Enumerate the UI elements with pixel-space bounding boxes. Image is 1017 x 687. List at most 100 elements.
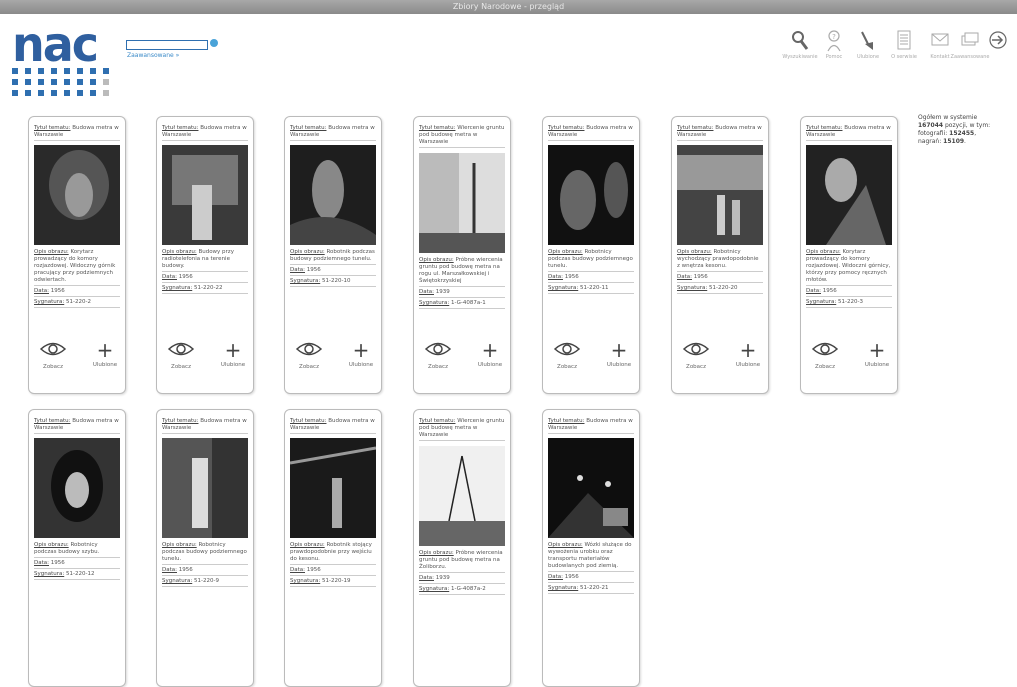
favorite-button[interactable]: + Ulubione [89,340,121,368]
search-input[interactable] [126,40,208,50]
card-signature: Sygnatura: 51-220-9 [162,578,248,587]
card-description: Opis obrazu: Robotnicy wychodzący prawdo… [677,249,763,272]
card-date-label[interactable]: Data: [548,574,563,580]
card-desc-label[interactable]: Opis obrazu: [548,249,583,255]
eye-icon [39,342,67,356]
favorite-label: Ulubione [735,362,761,368]
favorite-button[interactable]: + Ulubione [474,340,506,368]
card-photo[interactable] [419,153,505,253]
card-desc-label[interactable]: Opis obrazu: [677,249,712,255]
card-date-label[interactable]: Data: [419,289,434,295]
card-sig-label[interactable]: Sygnatura: [806,299,836,305]
card-sig-label[interactable]: Sygnatura: [548,285,578,291]
card-date-value: 1956 [564,574,579,580]
card-sig-label[interactable]: Sygnatura: [548,585,578,591]
card-date-label[interactable]: Data: [419,575,434,581]
card-photo[interactable] [548,438,634,538]
card-photo[interactable] [162,145,248,245]
favorite-button[interactable]: + Ulubione [345,340,377,368]
search-go-button[interactable] [210,39,218,47]
card-desc-label[interactable]: Opis obrazu: [548,542,583,548]
card-desc-label[interactable]: Opis obrazu: [290,249,325,255]
card-title-label[interactable]: Tytuł tematu: [34,125,70,131]
card-date-label[interactable]: Data: [162,274,177,280]
card-sig-label[interactable]: Sygnatura: [34,571,64,577]
card-desc-label[interactable]: Opis obrazu: [162,249,197,255]
card-desc-label[interactable]: Opis obrazu: [34,542,69,548]
toolbar-login[interactable] [978,30,1017,52]
card-date-label[interactable]: Data: [34,288,49,294]
card-title-label[interactable]: Tytuł tematu: [290,418,326,424]
card-photo[interactable] [34,145,120,245]
advanced-search-link[interactable]: Zaawansowane » [127,52,179,59]
card-sig-label[interactable]: Sygnatura: [419,586,449,592]
card-sig-label[interactable]: Sygnatura: [34,299,64,305]
view-button[interactable]: Zobacz [422,341,454,370]
favorite-button[interactable]: + Ulubione [603,340,635,368]
card-desc-label[interactable]: Opis obrazu: [34,249,69,255]
card-sig-label[interactable]: Sygnatura: [290,278,320,284]
card-sig-label[interactable]: Sygnatura: [162,285,192,291]
card-date: Data: 1956 [677,274,763,283]
card-photo[interactable] [290,438,376,538]
view-button[interactable]: Zobacz [551,341,583,370]
card-photo[interactable] [419,446,505,546]
card-photo-image [34,145,120,245]
card-photo[interactable] [548,145,634,245]
card-desc-label[interactable]: Opis obrazu: [419,550,454,556]
card-title-label[interactable]: Tytuł tematu: [677,125,713,131]
card-desc-label[interactable]: Opis obrazu: [806,249,841,255]
card-date-label[interactable]: Data: [548,274,563,280]
card-description: Opis obrazu: Korytarz prowadzący do komo… [806,249,892,286]
eye-icon [682,342,710,356]
card-photo[interactable] [290,145,376,245]
card-date-label[interactable]: Data: [677,274,692,280]
card-date-value: 1956 [822,288,837,294]
card-photo[interactable] [162,438,248,538]
card-title-label[interactable]: Tytuł tematu: [162,418,198,424]
card-title-label[interactable]: Tytuł tematu: [162,125,198,131]
card-title-label[interactable]: Tytuł tematu: [290,125,326,131]
help-icon: ? [827,30,841,52]
view-button[interactable]: Zobacz [809,341,841,370]
card-sig-label[interactable]: Sygnatura: [162,578,192,584]
pin-icon [861,31,873,50]
card-title-label[interactable]: Tytuł tematu: [419,125,455,131]
favorite-button[interactable]: + Ulubione [217,340,249,368]
view-button[interactable]: Zobacz [165,341,197,370]
card-photo[interactable] [806,145,892,245]
card-date-value: 1956 [693,274,708,280]
nac-logo[interactable]: nac [12,20,124,104]
card-date-label[interactable]: Data: [34,560,49,566]
favorite-button[interactable]: + Ulubione [732,340,764,368]
card-title-label[interactable]: Tytuł tematu: [806,125,842,131]
card-sig-label[interactable]: Sygnatura: [290,578,320,584]
card-date-value: 1939 [435,289,450,295]
card-photo[interactable] [34,438,120,538]
view-button[interactable]: Zobacz [680,341,712,370]
card-sig-label[interactable]: Sygnatura: [677,285,707,291]
toolbar-favorites[interactable]: Ulubione [848,30,888,60]
card-date-label[interactable]: Data: [162,567,177,573]
card-desc-label[interactable]: Opis obrazu: [162,542,197,548]
card-title-label[interactable]: Tytuł tematu: [419,418,455,424]
view-button[interactable]: Zobacz [37,341,69,370]
card-desc-label[interactable]: Opis obrazu: [419,257,454,263]
view-button[interactable]: Zobacz [293,341,325,370]
card-title-label[interactable]: Tytuł tematu: [548,125,584,131]
card-description: Opis obrazu: Korytarz prowadzący do komo… [34,249,120,286]
card-date-label[interactable]: Data: [290,267,305,273]
card-title: Tytuł tematu: Budowa metra w Warszawie [677,125,763,141]
toolbar-about[interactable]: O serwisie [884,30,924,60]
card-date-label[interactable]: Data: [290,567,305,573]
card-sig-label[interactable]: Sygnatura: [419,300,449,306]
card-title: Tytuł tematu: Wiercenie gruntu pod budow… [419,125,505,148]
card-title-label[interactable]: Tytuł tematu: [34,418,70,424]
result-card: Tytuł tematu: Budowa metra w Warszawie O… [542,409,640,687]
card-desc-label[interactable]: Opis obrazu: [290,542,325,548]
favorite-button[interactable]: + Ulubione [861,340,893,368]
card-date-label[interactable]: Data: [806,288,821,294]
card-title-label[interactable]: Tytuł tematu: [548,418,584,424]
card-photo-image [419,153,505,253]
card-photo[interactable] [677,145,763,245]
